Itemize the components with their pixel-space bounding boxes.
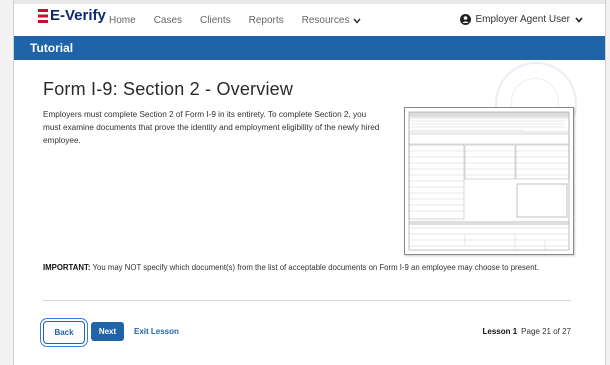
tutorial-title: Tutorial: [30, 41, 74, 55]
chevron-down-icon: [353, 18, 362, 24]
intro-text: Employers must complete Section 2 of For…: [43, 110, 380, 145]
everify-logo[interactable]: E-Verify: [38, 7, 106, 24]
top-nav: E-Verify Home Cases Clients Reports Reso…: [14, 4, 605, 36]
logo-text: E-Verify: [50, 7, 106, 24]
page-title: Form I-9: Section 2 - Overview: [43, 79, 294, 99]
footer-divider: [43, 300, 571, 301]
lesson-progress: Lesson 1 Page 21 of 27: [482, 327, 571, 336]
nav-link-resources-label: Resources: [301, 15, 350, 26]
nav-links: Home Cases Clients Reports Resources: [109, 15, 362, 26]
exit-lesson-link[interactable]: Exit Lesson: [134, 327, 179, 336]
app-frame: E-Verify Home Cases Clients Reports Reso…: [13, 0, 606, 365]
page-counter: Page 21 of 27: [521, 327, 571, 336]
important-label: IMPORTANT:: [43, 263, 91, 272]
tutorial-header: Tutorial: [14, 36, 605, 60]
flag-icon: [38, 8, 48, 23]
nav-link-home[interactable]: Home: [109, 15, 136, 26]
user-name: Employer Agent User: [475, 14, 571, 25]
lesson-number: Lesson 1: [482, 327, 518, 336]
chevron-down-icon: [575, 16, 583, 23]
nav-link-cases[interactable]: Cases: [154, 15, 182, 26]
next-button[interactable]: Next: [91, 322, 124, 341]
user-menu[interactable]: Employer Agent User: [459, 14, 584, 25]
important-note: IMPORTANT: You may NOT specify which doc…: [43, 263, 539, 272]
form-i9-section2-image: [404, 107, 574, 255]
back-button[interactable]: Back: [43, 321, 85, 344]
nav-link-clients[interactable]: Clients: [200, 15, 231, 26]
nav-link-resources[interactable]: Resources: [302, 15, 362, 26]
nav-link-reports[interactable]: Reports: [249, 15, 284, 26]
user-icon: [459, 14, 471, 25]
important-text: You may NOT specify which document(s) fr…: [90, 263, 539, 272]
